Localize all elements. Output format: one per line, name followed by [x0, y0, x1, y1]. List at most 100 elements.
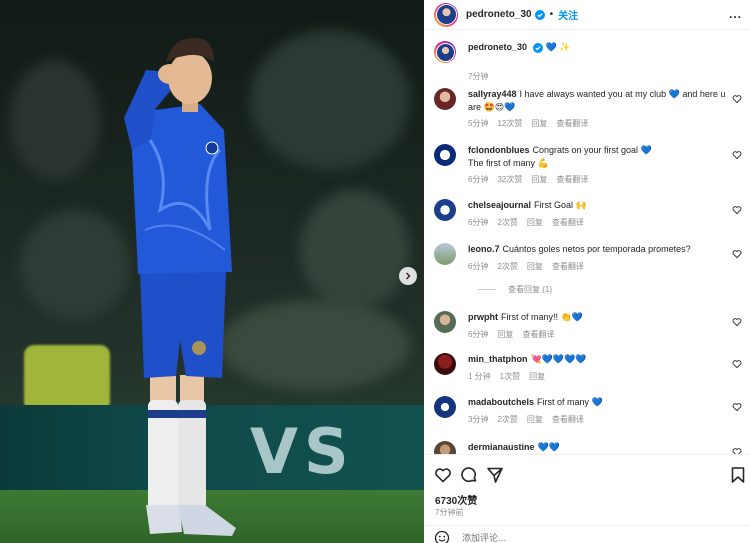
- comment-time: 6分钟: [468, 262, 489, 271]
- translate-button[interactable]: 查看翻译: [552, 414, 584, 425]
- comment-likes[interactable]: 32次赞: [497, 174, 522, 185]
- translate-button[interactable]: 查看翻译: [552, 261, 584, 272]
- comment-body: First Goal 🙌: [534, 200, 587, 210]
- comment-username[interactable]: fclondonblues: [468, 145, 530, 155]
- divider: [478, 289, 496, 290]
- reply-button[interactable]: 回复: [529, 371, 545, 382]
- reply-button[interactable]: 回复: [531, 174, 547, 185]
- avatar[interactable]: [434, 396, 456, 418]
- comment-body-line2: The first of many 💪: [468, 158, 549, 168]
- comment-likes[interactable]: 2次赞: [497, 414, 517, 425]
- list-item: leono.7 Cuántos goles netos por temporada…: [434, 243, 746, 303]
- caption-row: pedroneto_30 💙 ✨ 7分钟: [434, 41, 746, 81]
- avatar[interactable]: [434, 441, 456, 454]
- reply-button[interactable]: 回复: [527, 414, 543, 425]
- comment-body: 💘💙💙💙💙: [530, 354, 587, 364]
- list-item: dermianaustine 💙💙: [434, 441, 746, 454]
- comment-meta: 6分钟 2次赞 回复 查看翻译: [468, 217, 584, 228]
- next-image-button[interactable]: [399, 267, 417, 285]
- comment-meta: 3分钟 2次赞 回复 查看翻译: [468, 414, 584, 425]
- view-replies-label: 查看回复 (1): [508, 285, 552, 294]
- reply-button[interactable]: 回复: [527, 217, 543, 228]
- header-username[interactable]: pedroneto_30: [466, 9, 532, 20]
- player-figure: [124, 37, 236, 536]
- comment-text: prwpht First of many!! 👏💙: [468, 311, 728, 324]
- likes-count[interactable]: 6730次赞: [435, 492, 477, 507]
- comment-username[interactable]: dermianaustine: [468, 442, 535, 452]
- more-options-button[interactable]: ...: [729, 7, 742, 21]
- post-media[interactable]: VS: [0, 0, 424, 543]
- comment-username[interactable]: prwpht: [468, 312, 498, 322]
- separator-dot: •: [549, 9, 554, 20]
- heart-icon[interactable]: [434, 466, 452, 484]
- heart-icon[interactable]: [732, 447, 742, 454]
- comment-likes[interactable]: 2次赞: [497, 217, 517, 228]
- reply-button[interactable]: 回复: [527, 261, 543, 272]
- avatar[interactable]: [434, 199, 456, 221]
- comment-body: First of many!! 👏💙: [501, 312, 583, 322]
- comments-list[interactable]: pedroneto_30 💙 ✨ 7分钟 sallyray448 I have a…: [424, 31, 750, 454]
- post-side-panel: pedroneto_30 • 关注 ... pedroneto_30 💙 ✨ 7…: [424, 0, 750, 543]
- reply-button[interactable]: 回复: [497, 329, 513, 340]
- comment-meta: 6分钟 回复 查看翻译: [468, 329, 554, 340]
- caption-emoji: 💙 ✨: [545, 42, 571, 52]
- add-comment-bar: [424, 525, 750, 543]
- heart-icon[interactable]: [732, 359, 742, 369]
- bookmark-icon[interactable]: [729, 466, 747, 484]
- comment-meta: 1 分钟 1次赞 回复: [468, 371, 545, 382]
- translate-button[interactable]: 查看翻译: [556, 174, 588, 185]
- reply-button[interactable]: 回复: [531, 118, 547, 129]
- caption-time: 7分钟: [468, 72, 489, 81]
- comment-icon[interactable]: [460, 466, 478, 484]
- heart-icon[interactable]: [732, 205, 742, 215]
- translate-button[interactable]: 查看翻译: [556, 118, 588, 129]
- comment-likes[interactable]: 1次赞: [500, 371, 520, 382]
- comment-body: Cuántos goles netos por temporada promet…: [502, 244, 691, 254]
- heart-icon[interactable]: [732, 150, 742, 160]
- verified-icon: [533, 42, 544, 53]
- avatar[interactable]: [434, 353, 456, 375]
- comment-input[interactable]: [462, 532, 702, 543]
- comment-time: 6分钟: [468, 330, 489, 339]
- comment-likes[interactable]: 2次赞: [497, 261, 517, 272]
- view-replies-button[interactable]: 查看回复 (1): [478, 284, 552, 295]
- avatar[interactable]: [434, 2, 458, 27]
- verified-icon: [534, 9, 545, 20]
- comment-username[interactable]: chelseajournal: [468, 200, 531, 210]
- avatar[interactable]: [434, 311, 456, 333]
- smile-icon[interactable]: [434, 530, 450, 543]
- comment-username[interactable]: madaboutchels: [468, 397, 534, 407]
- list-item: fclondonblues Congrats on your first goal…: [434, 144, 746, 188]
- heart-icon[interactable]: [732, 249, 742, 259]
- comment-text: min_thatphon 💘💙💙💙💙: [468, 353, 728, 366]
- comment-text: leono.7 Cuántos goles netos por temporada…: [468, 243, 728, 256]
- heart-icon[interactable]: [732, 317, 742, 327]
- heart-icon[interactable]: [732, 402, 742, 412]
- comment-text: dermianaustine 💙💙: [468, 441, 728, 454]
- heart-icon[interactable]: [732, 94, 742, 104]
- avatar[interactable]: [434, 88, 456, 110]
- comment-body: First of many 💙: [537, 397, 603, 407]
- avatar[interactable]: [434, 144, 456, 166]
- translate-button[interactable]: 查看翻译: [552, 217, 584, 228]
- comment-username[interactable]: min_thatphon: [468, 354, 528, 364]
- comment-username[interactable]: leono.7: [468, 244, 500, 254]
- comment-username[interactable]: sallyray448: [468, 89, 517, 99]
- comment-text: sallyray448 I have always wanted you at m…: [468, 88, 728, 114]
- chevron-right-icon: [406, 272, 411, 280]
- avatar[interactable]: [434, 243, 456, 265]
- share-icon[interactable]: [486, 466, 504, 484]
- avatar[interactable]: [434, 41, 456, 63]
- list-item: sallyray448 I have always wanted you at m…: [434, 88, 746, 128]
- post-header: pedroneto_30 • 关注 ...: [424, 0, 750, 30]
- list-item: min_thatphon 💘💙💙💙💙 1 分钟 1次赞 回复: [434, 353, 746, 387]
- post-time: 7分钟前: [435, 508, 464, 517]
- comment-meta: 6分钟 32次赞 回复 查看翻译: [468, 174, 588, 185]
- follow-button[interactable]: 关注: [558, 7, 578, 22]
- caption-username[interactable]: pedroneto_30: [468, 42, 527, 52]
- list-item: madaboutchels First of many 💙 3分钟 2次赞 回复 …: [434, 396, 746, 430]
- comment-time: 5分钟: [468, 119, 489, 128]
- comment-likes[interactable]: 12次赞: [497, 118, 522, 129]
- list-item: prwpht First of many!! 👏💙 6分钟 回复 查看翻译: [434, 311, 746, 345]
- translate-button[interactable]: 查看翻译: [522, 329, 554, 340]
